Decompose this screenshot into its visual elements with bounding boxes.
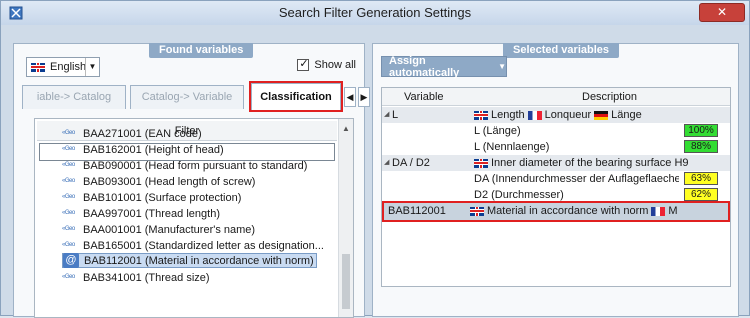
list-item[interactable]: «Geo BAB162001 (Height of head) (62, 142, 224, 157)
grid-header: Variable Description (382, 88, 730, 106)
selected-variables-grid: Variable Description ◢ L Length Lonqueur… (381, 87, 731, 287)
list-item-selected[interactable]: @ BAB112001 (Material in accordance with … (62, 253, 317, 268)
table-row[interactable]: L (Länge) 100% (382, 123, 730, 139)
column-description: Description (582, 91, 638, 103)
close-button[interactable]: ✕ (699, 3, 745, 22)
expand-triangle-icon[interactable]: ◢ (384, 110, 389, 118)
list-item[interactable]: «Geo BAB090001 (Head form pursuant to sta… (62, 158, 307, 173)
chevron-down-icon[interactable]: ▼ (498, 62, 506, 71)
table-row[interactable]: L (Nennlaenge) 88% (382, 139, 730, 155)
assign-automatically-button[interactable]: Assign automatically ▼ (381, 55, 507, 79)
table-row[interactable]: ◢ L Length Lonqueur Länge (382, 107, 730, 123)
uk-flag-icon (31, 62, 45, 72)
scroll-up-icon[interactable]: ▲ (342, 124, 350, 133)
scroll-thumb[interactable] (342, 254, 350, 309)
tab-variable-catalog[interactable]: iable-> Catalog (22, 85, 126, 109)
table-row[interactable]: D2 (Durchmesser) 62% (382, 187, 730, 203)
fr-flag-icon (651, 206, 666, 216)
show-all-label: Show all (314, 59, 356, 71)
window-title: Search Filter Generation Settings (278, 5, 472, 20)
title-bar: Search Filter Generation Settings ✕ (1, 1, 749, 25)
geo-icon: «Geo (62, 193, 75, 200)
show-all-checkbox[interactable] (297, 57, 310, 71)
table-row[interactable]: ◢ DA / D2 Inner diameter of the bearing … (382, 155, 730, 171)
match-percent: 100% (684, 124, 718, 137)
expand-triangle-icon[interactable]: ◢ (384, 158, 389, 166)
tab-right-arrow-icon[interactable]: ▶ (358, 87, 370, 107)
selected-variables-panel: Selected variables Assign automatically … (372, 43, 739, 317)
geo-icon: «Geo (62, 209, 75, 216)
dialog-window: Search Filter Generation Settings ✕ Foun… (0, 0, 750, 318)
uk-flag-icon (474, 110, 488, 120)
match-percent: 88% (684, 140, 718, 153)
geo-icon: «Geo (62, 177, 75, 184)
found-variables-panel: Found variables English ▼ Show all iable… (13, 43, 370, 318)
found-variables-header: Found variables (149, 43, 254, 58)
list-item[interactable]: «Geo BAA271001 (EAN code) (62, 126, 202, 141)
language-value: English (50, 61, 87, 73)
table-row[interactable]: DA (Innendurchmesser der Auflageflaeche … (382, 171, 730, 187)
show-all-toggle[interactable]: Show all (297, 57, 356, 71)
list-item[interactable]: «Geo BAB093001 (Head length of screw) (62, 174, 255, 189)
tab-classification[interactable]: Classification (249, 81, 343, 112)
de-flag-icon (594, 110, 609, 120)
list-item[interactable]: «Geo BAA001001 (Manufacturer's name) (62, 222, 255, 237)
table-row-selected[interactable]: BAB112001 Material in accordance with no… (382, 201, 730, 222)
geo-icon: «Geo (62, 129, 75, 136)
list-item[interactable]: «Geo BAB165001 (Standardized letter as de… (62, 238, 324, 253)
column-variable: Variable (404, 91, 444, 103)
chevron-down-icon[interactable]: ▼ (85, 58, 99, 76)
language-select[interactable]: English ▼ (26, 57, 100, 77)
uk-flag-icon (474, 158, 488, 168)
geo-icon: «Geo (62, 241, 75, 248)
list-item[interactable]: «Geo BAA997001 (Thread length) (62, 206, 220, 221)
tree-scrollbar[interactable]: ▲ (338, 119, 353, 317)
uk-flag-icon (470, 206, 484, 216)
selected-variables-header: Selected variables (503, 43, 620, 58)
geo-icon: «Geo (62, 161, 75, 168)
fr-flag-icon (527, 110, 542, 120)
geo-icon: «Geo (62, 145, 75, 152)
list-item[interactable]: «Geo BAB101001 (Surface protection) (62, 190, 241, 205)
tab-left-arrow-icon[interactable]: ◀ (344, 87, 356, 107)
match-percent: 63% (684, 172, 718, 185)
geo-icon: «Geo (62, 225, 75, 232)
tab-catalog-variable[interactable]: Catalog-> Variable (130, 85, 244, 109)
list-item[interactable]: «Geo BAB341001 (Thread size) (62, 270, 210, 285)
geo-icon: «Geo (62, 273, 75, 280)
tab-bar: iable-> Catalog Catalog-> Variable Class… (22, 81, 370, 112)
match-percent: 62% (684, 188, 718, 201)
at-sign-icon: @ (63, 253, 79, 268)
